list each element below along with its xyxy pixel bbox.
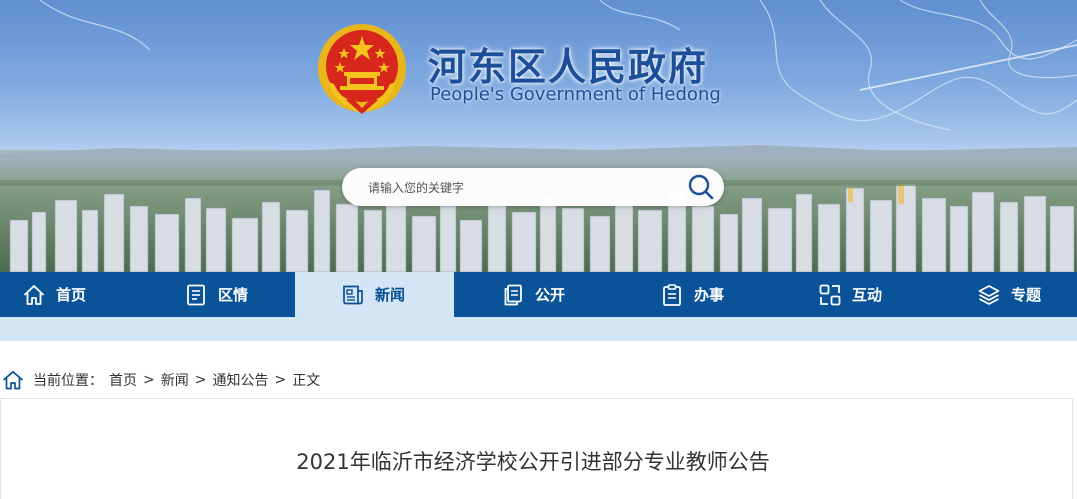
search-icon[interactable] xyxy=(686,172,716,202)
document-icon xyxy=(187,284,205,305)
search-box xyxy=(342,168,724,206)
nav-item-public[interactable]: 公开 xyxy=(501,272,565,317)
newspaper-icon xyxy=(343,285,363,304)
nav-item-district[interactable]: 区情 xyxy=(184,272,248,317)
search-input[interactable] xyxy=(366,177,680,199)
site-title: 河东区人民政府 xyxy=(428,45,709,89)
clipboard-icon xyxy=(663,283,681,306)
city-skyline-image xyxy=(0,145,1077,272)
home-icon xyxy=(2,370,24,390)
breadcrumb-separator: > xyxy=(274,372,287,388)
nav-label: 互动 xyxy=(852,286,883,304)
nav-label: 专题 xyxy=(1011,286,1042,304)
home-icon xyxy=(23,284,45,305)
breadcrumb-item-home[interactable]: 首页 xyxy=(109,370,137,390)
nav-item-news[interactable]: 新闻 xyxy=(295,272,454,317)
nav-label: 公开 xyxy=(535,286,566,304)
nav-label: 首页 xyxy=(56,286,87,304)
nav-sub-strip xyxy=(0,317,1077,341)
breadcrumb: 当前位置： 首页 > 新闻 > 通知公告 > 正文 xyxy=(2,369,320,391)
breadcrumb-separator: > xyxy=(143,372,155,388)
nav-item-interaction[interactable]: 互动 xyxy=(818,272,882,317)
site-subtitle: People's Government of Hedong xyxy=(430,84,721,105)
header-banner: 河东区人民政府 People's Government of Hedong xyxy=(0,0,1077,272)
breadcrumb-separator: > xyxy=(194,372,207,388)
breadcrumb-item-current: 正文 xyxy=(292,373,321,389)
interaction-icon xyxy=(819,284,841,305)
nav-item-services[interactable]: 办事 xyxy=(660,272,724,317)
main-nav: 首页 区情 新闻 公开 办事 互动 专题 xyxy=(0,272,1077,317)
breadcrumb-prefix: 当前位置： xyxy=(33,373,103,389)
nav-item-topics[interactable]: 专题 xyxy=(977,272,1041,317)
article-title: 2021年临沂市经济学校公开引进部分专业教师公告 xyxy=(296,450,770,474)
nav-label: 办事 xyxy=(694,286,725,304)
breadcrumb-item-news[interactable]: 新闻 xyxy=(161,370,189,390)
nav-item-home[interactable]: 首页 xyxy=(22,272,86,317)
layers-icon xyxy=(978,284,1000,305)
breadcrumb-item-notices[interactable]: 通知公告 xyxy=(212,370,268,390)
nav-label: 新闻 xyxy=(375,286,406,304)
files-icon xyxy=(504,284,522,305)
national-emblem-icon xyxy=(318,24,406,114)
nav-label: 区情 xyxy=(218,286,249,304)
